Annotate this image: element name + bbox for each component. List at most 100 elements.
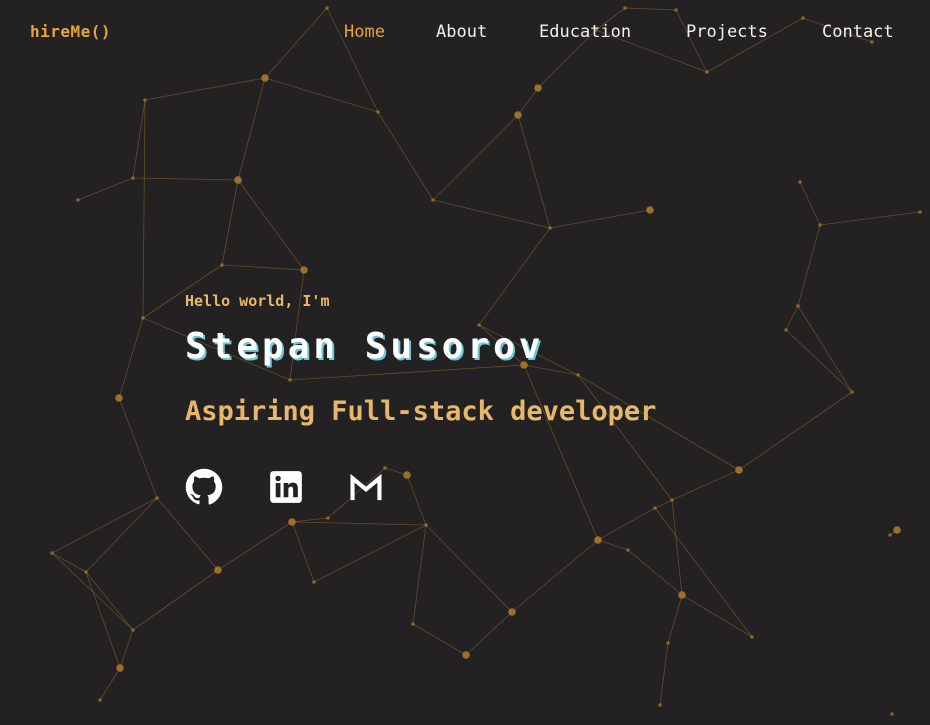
network-node: [288, 518, 296, 526]
network-edge: [627, 549, 683, 596]
network-edge: [99, 667, 121, 701]
network-node: [312, 580, 316, 584]
network-edge: [799, 181, 821, 226]
network-edge: [517, 87, 539, 116]
network-node: [131, 628, 135, 632]
network-edge: [237, 179, 305, 271]
network-edge: [51, 552, 134, 631]
network-node: [818, 223, 822, 227]
network-node: [534, 84, 542, 92]
network-edge: [85, 571, 134, 631]
network-node: [670, 498, 674, 502]
network-edge: [549, 209, 651, 229]
network-edge: [654, 499, 673, 509]
network-node: [646, 206, 654, 214]
network-edge: [659, 642, 669, 706]
network-node: [116, 664, 124, 672]
network-edge: [51, 497, 158, 554]
network-node: [214, 566, 222, 574]
network-edge: [156, 497, 219, 571]
linkedin-link[interactable]: [267, 468, 305, 506]
network-node: [462, 651, 470, 659]
linkedin-icon: [270, 471, 302, 503]
network-edge: [654, 507, 753, 638]
gmail-icon: [350, 473, 382, 501]
network-edge: [132, 177, 239, 181]
network-node: [376, 110, 380, 114]
network-node: [508, 608, 516, 616]
logo[interactable]: hireMe(): [30, 22, 111, 41]
network-edge: [797, 224, 821, 307]
network-edge: [132, 569, 219, 631]
network-node: [220, 263, 224, 267]
network-edge: [144, 77, 266, 101]
hero-role: Aspiring Full-stack developer: [185, 396, 657, 427]
network-edge: [118, 317, 144, 399]
network-edge: [289, 364, 525, 381]
network-edge: [671, 469, 740, 501]
network-edge: [221, 179, 239, 266]
network-node: [84, 570, 88, 574]
network-node: [750, 635, 754, 639]
nav-projects[interactable]: Projects: [686, 22, 768, 42]
network-edge: [85, 497, 158, 573]
network-edge: [819, 211, 921, 226]
network-edge: [432, 199, 551, 229]
network-edge: [425, 524, 513, 613]
network-node: [893, 526, 901, 534]
network-node: [411, 622, 415, 626]
network-edge: [478, 227, 551, 326]
network-node: [424, 523, 428, 527]
network-edge: [523, 364, 599, 541]
network-node: [115, 394, 123, 402]
network-node: [626, 548, 630, 552]
network-edge: [85, 571, 121, 669]
network-edge: [291, 521, 315, 583]
network-node: [666, 641, 670, 645]
github-link[interactable]: [185, 468, 223, 506]
network-node: [678, 591, 686, 599]
nav-about[interactable]: About: [436, 22, 487, 42]
network-edge: [577, 374, 673, 501]
top-navbar: hireMe() Home About Education Projects C…: [0, 0, 930, 66]
network-node: [796, 304, 800, 308]
network-edge: [77, 177, 134, 201]
network-edge: [681, 594, 753, 638]
network-edge: [119, 629, 134, 669]
nav-home[interactable]: Home: [344, 22, 385, 42]
network-node: [143, 98, 147, 102]
network-edge: [142, 99, 146, 319]
network-node: [784, 328, 788, 332]
network-node: [735, 466, 743, 474]
network-node: [890, 712, 894, 716]
network-edge: [667, 594, 683, 644]
network-edge: [217, 521, 293, 571]
network-node: [431, 198, 435, 202]
network-edge: [406, 474, 427, 526]
network-edge: [221, 264, 305, 271]
network-node: [76, 198, 80, 202]
network-node: [288, 378, 292, 382]
network-node: [141, 316, 145, 320]
network-node: [576, 373, 580, 377]
network-node: [234, 176, 242, 184]
network-node: [514, 111, 522, 119]
nav-education[interactable]: Education: [539, 22, 631, 42]
social-links: [185, 468, 405, 508]
network-edge: [237, 77, 266, 181]
network-node: [918, 210, 922, 214]
network-node: [326, 516, 330, 520]
network-edge: [313, 524, 427, 583]
network-edge: [597, 539, 629, 551]
network-edge: [517, 114, 551, 229]
nav-contact[interactable]: Contact: [822, 22, 894, 42]
network-edge: [671, 499, 683, 596]
network-node: [653, 506, 657, 510]
hero-name: Stepan Susorov: [185, 326, 545, 367]
gmail-link[interactable]: [347, 468, 385, 506]
network-edge: [412, 524, 427, 625]
network-edge: [432, 114, 519, 201]
hero-greeting: Hello world, I'm: [185, 292, 330, 310]
network-node: [850, 390, 854, 394]
network-edge: [291, 521, 427, 526]
